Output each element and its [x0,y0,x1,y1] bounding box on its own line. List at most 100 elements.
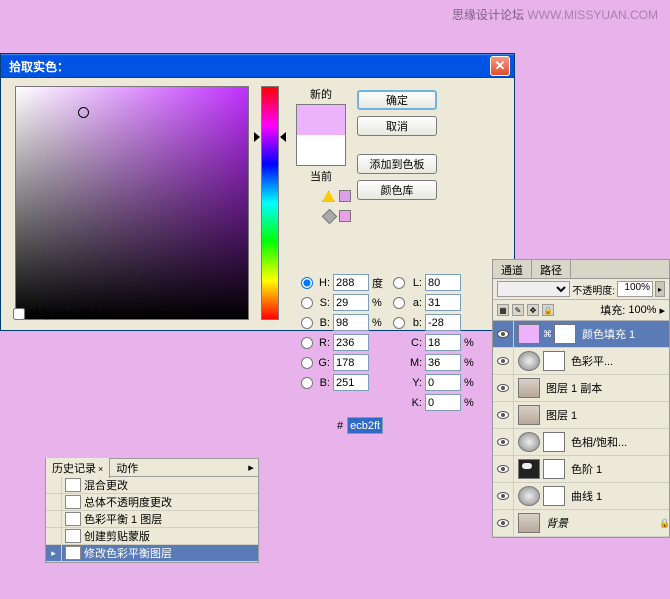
layer-mask [543,486,565,506]
radio-l[interactable] [393,277,405,289]
radio-bb[interactable] [301,377,313,389]
layer-mask [543,432,565,452]
history-flag[interactable]: ▸ [46,545,62,562]
tab-channel[interactable]: 通道 [493,260,532,278]
gamut-swatch[interactable] [339,190,351,202]
tab-action[interactable]: 动作 [110,458,144,478]
label-m: M: [410,357,422,369]
lock-transparency-icon[interactable]: ▦ [497,304,509,316]
history-flag[interactable] [46,494,62,511]
layer-mask [543,459,565,479]
lock-position-icon[interactable]: ✥ [527,304,539,316]
opacity-arrow-icon[interactable]: ▸ [655,281,665,297]
input-l[interactable] [425,274,461,291]
layer-row[interactable]: 色彩平... [493,348,669,375]
visibility-toggle[interactable] [493,429,514,456]
hue-arrow-right-icon [280,132,286,142]
visibility-toggle[interactable] [493,348,514,375]
ok-button[interactable]: 确定 [357,90,437,110]
input-a[interactable] [425,294,461,311]
layer-row[interactable]: 色相/饱和... [493,429,669,456]
titlebar[interactable]: 拾取实色： ✕ [1,54,514,78]
history-row[interactable]: 创建剪贴蒙版 [46,528,258,545]
history-flag[interactable] [46,477,62,494]
layer-row[interactable]: 背景🔒 [493,510,669,537]
add-swatch-button[interactable]: 添加到色板 [357,154,437,174]
radio-r[interactable] [301,337,313,349]
layer-name: 背景 [544,515,659,531]
input-b2[interactable] [425,314,461,331]
gamut-warning-icon[interactable] [322,191,335,202]
layer-row[interactable]: 色阶 1 [493,456,669,483]
label-bb: B: [318,377,330,389]
history-flag[interactable] [46,528,62,545]
fill-label: 填充: [600,302,625,318]
input-s[interactable] [333,294,369,311]
layer-row[interactable]: 曲线 1 [493,483,669,510]
input-y[interactable] [425,374,461,391]
history-row[interactable]: ▸修改色彩平衡图层 [46,545,258,562]
layer-thumb [518,513,540,533]
lock-pixels-icon[interactable]: ✎ [512,304,524,316]
opacity-value[interactable]: 100% [617,281,653,297]
lock-all-icon[interactable]: 🔒 [542,304,554,316]
radio-s[interactable] [301,297,313,309]
visibility-toggle[interactable] [493,483,514,510]
label-y: Y: [410,377,422,389]
cancel-button[interactable]: 取消 [357,116,437,136]
history-row[interactable]: 总体不透明度更改 [46,494,258,511]
fill-arrow-icon[interactable]: ▸ [659,304,665,317]
hue-arrow-left-icon [254,132,260,142]
layer-row[interactable]: ⌘颜色填充 1 [493,321,669,348]
tab-history[interactable]: 历史记录× [46,458,110,478]
unit-k: % [464,397,482,409]
history-row[interactable]: 色彩平衡 1 图层 [46,511,258,528]
history-icon [65,495,81,509]
preview-swatch [296,104,346,166]
history-flag[interactable] [46,511,62,528]
input-hex[interactable] [347,417,383,434]
unit-y: % [464,377,482,389]
history-row[interactable]: 混合更改 [46,477,258,494]
web-only-checkbox[interactable]: 只有 Web 颜色 [13,306,102,322]
panel-menu-icon[interactable]: ▸ [244,461,258,474]
hue-slider[interactable] [261,86,279,320]
saturation-field[interactable] [15,86,249,320]
layer-name: 颜色填充 1 [580,326,669,342]
visibility-toggle[interactable] [493,456,514,483]
web-only-check[interactable] [13,308,25,320]
layer-name: 色相/饱和... [569,434,669,450]
radio-g[interactable] [301,357,313,369]
layer-row[interactable]: 图层 1 副本 [493,375,669,402]
visibility-toggle[interactable] [493,375,514,402]
blend-mode-select[interactable] [497,281,570,297]
radio-b[interactable] [301,317,313,329]
input-r[interactable] [333,334,369,351]
radio-h[interactable] [301,277,313,289]
visibility-toggle[interactable] [493,321,514,348]
input-k[interactable] [425,394,461,411]
layer-name: 图层 1 [544,407,669,423]
fill-value[interactable]: 100% [628,304,656,316]
tab-path[interactable]: 路径 [532,260,571,278]
history-label: 总体不透明度更改 [84,494,258,510]
visibility-toggle[interactable] [493,510,514,537]
visibility-toggle[interactable] [493,402,514,429]
input-c[interactable] [425,334,461,351]
input-b[interactable] [333,314,369,331]
input-m[interactable] [425,354,461,371]
input-bb[interactable] [333,374,369,391]
radio-a[interactable] [393,297,405,309]
color-marker [78,107,89,118]
close-button[interactable]: ✕ [490,56,510,76]
layer-name: 曲线 1 [569,488,669,504]
web-only-label: 只有 Web 颜色 [29,306,102,322]
input-h[interactable] [333,274,369,291]
radio-b2[interactable] [393,317,405,329]
unit-m: % [464,357,482,369]
websafe-swatch[interactable] [339,210,351,222]
websafe-warning-icon[interactable] [322,208,338,224]
layer-row[interactable]: 图层 1 [493,402,669,429]
input-g[interactable] [333,354,369,371]
color-library-button[interactable]: 颜色库 [357,180,437,200]
